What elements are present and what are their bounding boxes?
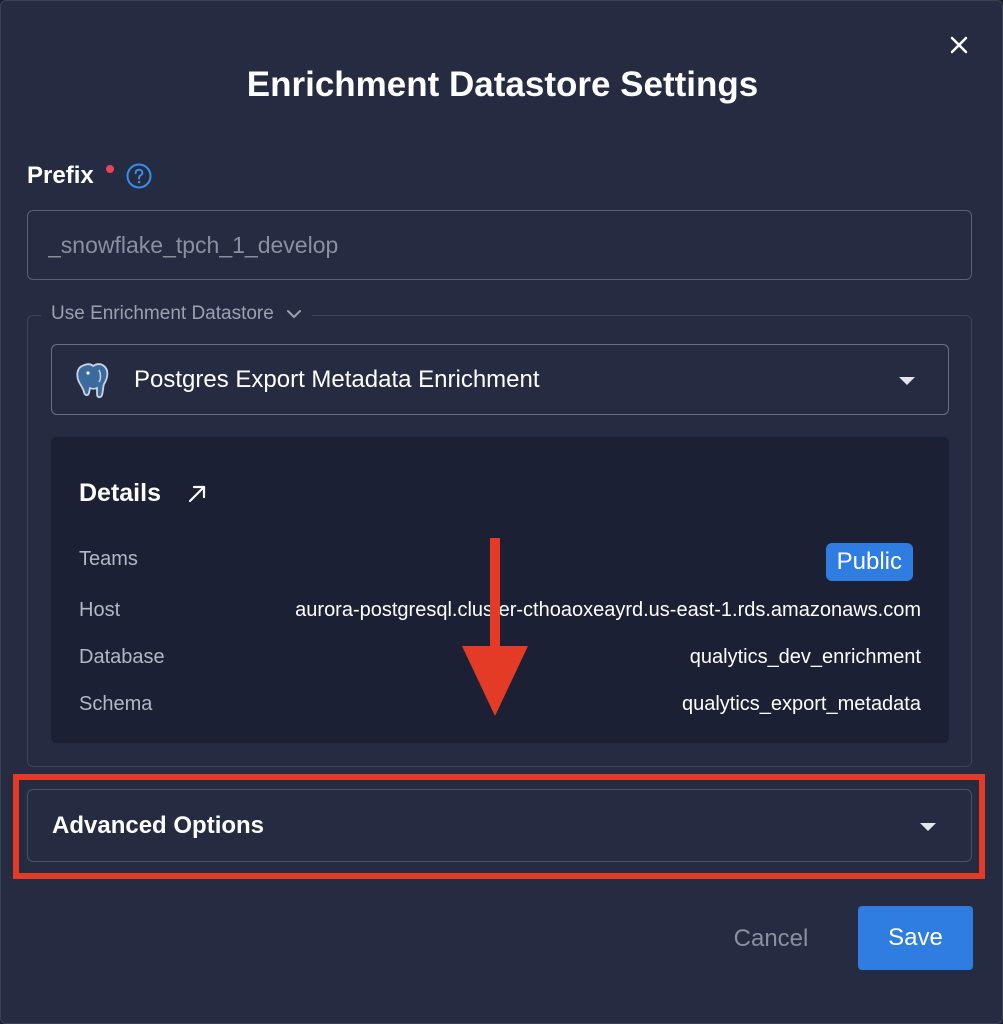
teams-label: Teams bbox=[79, 548, 138, 570]
database-label: Database bbox=[79, 646, 165, 668]
annotation-arrow-down-icon bbox=[462, 538, 528, 716]
required-indicator bbox=[105, 165, 114, 173]
question-circle-icon[interactable] bbox=[126, 163, 152, 189]
enrichment-legend: Use Enrichment Datastore bbox=[51, 303, 274, 324]
annotation-highlight-box bbox=[13, 774, 985, 879]
prefix-label: Prefix bbox=[27, 162, 94, 189]
cancel-button[interactable]: Cancel bbox=[715, 919, 827, 959]
prefix-label-row: Prefix bbox=[27, 162, 152, 190]
chevron-down-icon bbox=[286, 310, 301, 318]
enrichment-datastore-select[interactable]: Postgres Export Metadata Enrichment bbox=[51, 344, 949, 415]
database-value: qualytics_dev_enrichment bbox=[689, 646, 921, 668]
details-heading: Details bbox=[79, 479, 207, 508]
host-value: aurora-postgresql.cluster-cthoaoxeayrd.u… bbox=[295, 599, 921, 621]
modal-title: Enrichment Datastore Settings bbox=[246, 65, 759, 104]
enrichment-toggle[interactable]: Use Enrichment Datastore bbox=[41, 303, 312, 325]
prefix-input[interactable] bbox=[27, 210, 972, 280]
teams-badge: Public bbox=[825, 543, 913, 581]
caret-down-icon bbox=[899, 377, 915, 385]
enrichment-selected-label: Postgres Export Metadata Enrichment bbox=[134, 365, 540, 393]
save-button[interactable]: Save bbox=[858, 906, 973, 970]
open-link-icon[interactable] bbox=[187, 484, 207, 504]
schema-value: qualytics_export_metadata bbox=[681, 693, 921, 715]
details-title: Details bbox=[79, 479, 161, 507]
postgres-elephant-icon bbox=[76, 362, 109, 398]
host-label: Host bbox=[79, 599, 121, 621]
schema-label: Schema bbox=[79, 693, 153, 715]
close-icon[interactable] bbox=[945, 31, 973, 59]
